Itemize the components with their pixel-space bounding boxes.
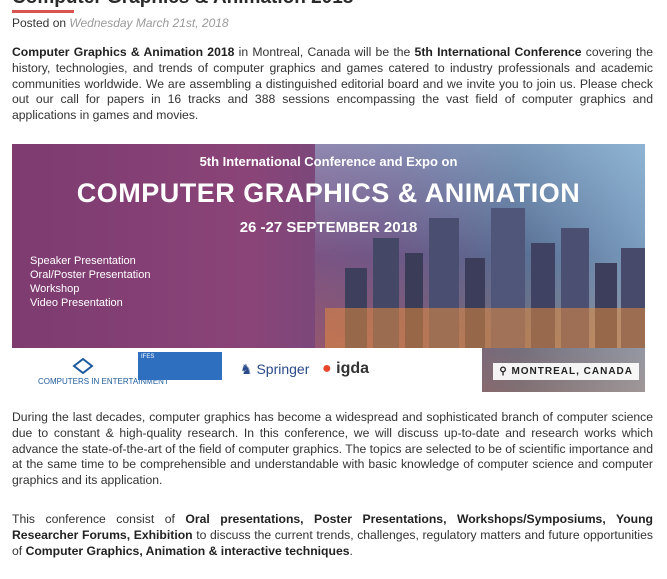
location-badge: ⚲ MONTREAL, CANADA	[493, 363, 639, 380]
post-meta: Posted on Wednesday March 21st, 2018	[12, 16, 229, 30]
springer-logo: ♞ Springer	[240, 361, 310, 377]
presentation-types-list: Speaker Presentation Oral/Poster Present…	[30, 254, 150, 310]
map-pin-icon: ⚲	[499, 366, 508, 377]
ifes-logo: IFES	[138, 352, 222, 380]
presentation-type-item: Workshop	[30, 283, 80, 295]
edition-name: 5th International Conference	[414, 45, 582, 59]
banner-dates: 26 -27 SEPTEMBER 2018	[239, 219, 418, 236]
igda-logo: ● igda	[322, 360, 370, 377]
presentation-type-item: Speaker Presentation	[30, 255, 136, 267]
posted-label: Posted on	[12, 16, 67, 30]
presentation-type-item: Oral/Poster Presentation	[30, 269, 151, 281]
banner-title: COMPUTER GRAPHICS & ANIMATION	[76, 178, 581, 208]
banner-subtitle: 5th International Conference and Expo on	[199, 154, 458, 169]
computers-in-entertainment-logo: COMPUTERS IN ENTERTAINMENT	[38, 357, 169, 387]
format-paragraph: This conference consist of Oral presenta…	[12, 512, 653, 559]
springer-horse-icon: ♞	[240, 361, 253, 377]
description-paragraph: During the last decades, computer graphi…	[12, 410, 653, 488]
intro-text-1: in Montreal, Canada will be the	[234, 45, 415, 59]
intro-paragraph: Computer Graphics & Animation 2018 in Mo…	[12, 45, 653, 124]
format-text-1: This conference consist of	[12, 512, 186, 526]
post-date[interactable]: Wednesday March 21st, 2018	[69, 16, 228, 30]
post-title[interactable]: Computer Graphics & Animation 2018	[12, 0, 353, 9]
cie-diamond-icon	[72, 357, 94, 375]
event-name: Computer Graphics & Animation 2018	[12, 45, 235, 59]
igda-flame-icon: ●	[322, 360, 332, 377]
format-topics: Computer Graphics, Animation & interacti…	[25, 543, 350, 558]
format-text-3: .	[349, 543, 353, 558]
presentation-type-item: Video Presentation	[30, 297, 123, 309]
title-underline	[12, 10, 74, 13]
conference-banner: 5th International Conference and Expo on…	[12, 144, 645, 392]
